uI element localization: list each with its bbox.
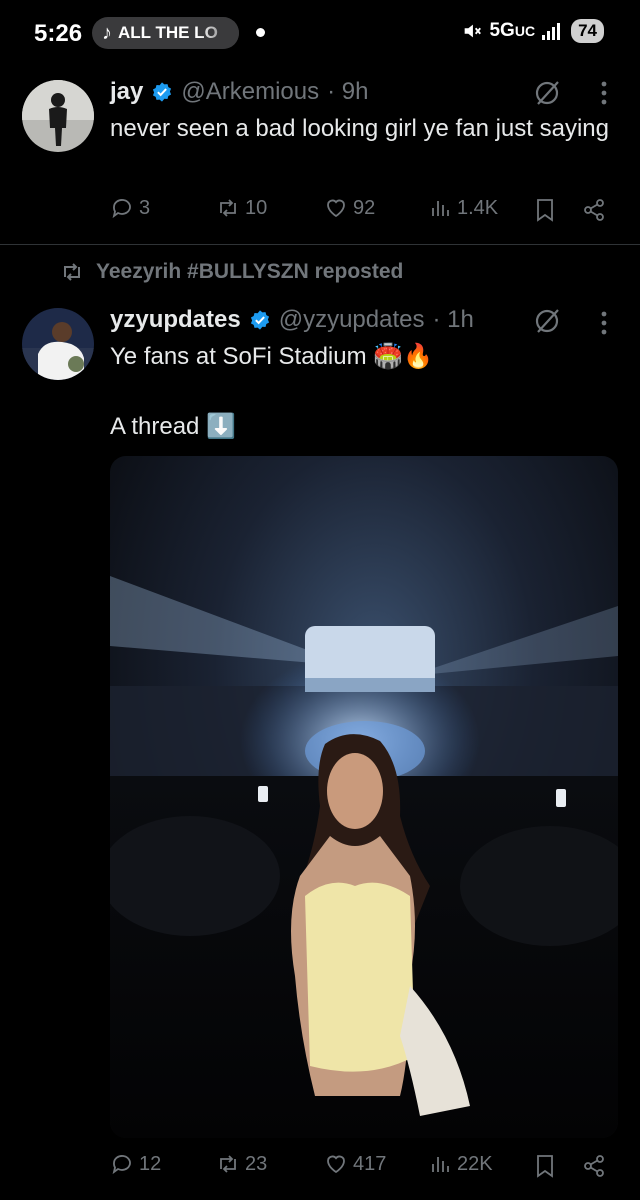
avatar-jay[interactable]: [22, 80, 94, 152]
avatar-image: [22, 80, 94, 152]
repost-button[interactable]: 23: [216, 1152, 267, 1176]
avatar-yzyupdates[interactable]: [22, 308, 94, 380]
tweet2-header: yzyupdates @yzyupdates · 1h: [110, 306, 474, 334]
author-name[interactable]: jay: [110, 78, 143, 106]
more-icon[interactable]: [600, 80, 608, 106]
share-icon[interactable]: [582, 198, 606, 222]
tweet1-actions: 3 10 92 1.4K: [110, 196, 610, 226]
tweet1-text: never seen a bad looking girl ye fan jus…: [110, 115, 609, 142]
post-time: · 1h: [432, 306, 474, 333]
tweet-divider: [0, 244, 640, 245]
like-count: 417: [353, 1152, 387, 1175]
notification-dot: [256, 28, 265, 37]
mute-icon: [465, 24, 482, 38]
post-time: · 9h: [327, 78, 369, 105]
repost-count: 23: [245, 1152, 268, 1175]
repost-button[interactable]: 10: [216, 196, 267, 220]
reply-icon: [112, 1155, 131, 1175]
tweet1-header: jay @Arkemious · 9h: [110, 78, 368, 106]
avatar-image: [22, 308, 94, 380]
repost-count: 10: [245, 196, 268, 219]
more-icon[interactable]: [600, 310, 608, 336]
like-button[interactable]: 417: [324, 1152, 386, 1176]
stadium-photo: [110, 456, 618, 1138]
network-suffix: UC: [514, 23, 536, 39]
tweet-media-photo[interactable]: [110, 456, 618, 1138]
signal-icon: [542, 23, 561, 40]
grok-icon[interactable]: [532, 306, 562, 336]
repost-icon: [220, 1155, 236, 1173]
bookmark-icon[interactable]: [534, 1154, 556, 1178]
author-handle[interactable]: @yzyupdates: [279, 306, 425, 334]
network-type: 5GUC: [489, 20, 535, 42]
grok-icon[interactable]: [532, 78, 562, 108]
reply-button[interactable]: 12: [110, 1152, 161, 1176]
author-name[interactable]: yzyupdates: [110, 306, 241, 334]
author-handle[interactable]: @Arkemious: [181, 78, 319, 106]
views-count: 1.4K: [457, 196, 499, 219]
status-bar: 5:26 ♪ ALL THE LO 5GUC 74: [0, 0, 640, 66]
like-icon: [327, 1155, 345, 1174]
verified-icon: [153, 82, 172, 102]
share-icon[interactable]: [582, 1154, 606, 1178]
media-label: ALL THE LO: [118, 23, 218, 42]
views-icon: [432, 201, 449, 216]
repost-icon: [64, 263, 80, 281]
tweet2-text-line1: Ye fans at SoFi Stadium 🏟️🔥: [110, 343, 434, 370]
repost-banner[interactable]: Yeezyrih #BULLYSZN reposted: [60, 260, 403, 284]
reply-count: 3: [139, 196, 151, 219]
like-button[interactable]: 92: [324, 196, 375, 220]
bookmark-icon[interactable]: [534, 198, 556, 222]
verified-icon: [250, 310, 269, 330]
views-button[interactable]: 22K: [428, 1152, 493, 1176]
views-icon: [432, 1157, 449, 1172]
status-time: 5:26: [34, 20, 83, 47]
views-button[interactable]: 1.4K: [428, 196, 498, 220]
battery-badge: 74: [571, 19, 604, 43]
media-playing-pill[interactable]: ♪ ALL THE LO: [92, 17, 239, 49]
repost-banner-text: Yeezyrih #BULLYSZN reposted: [96, 260, 404, 283]
like-icon: [327, 199, 345, 218]
like-count: 92: [353, 196, 376, 219]
tweet2-actions: 12 23 417 22K: [110, 1152, 610, 1182]
reply-count: 12: [139, 1152, 162, 1175]
network-label: 5G: [489, 20, 515, 41]
tweet2-text-line2: A thread ⬇️: [110, 413, 236, 440]
music-note-icon: ♪: [102, 21, 112, 44]
repost-icon: [220, 199, 236, 217]
views-count: 22K: [457, 1152, 493, 1175]
status-indicators: 5GUC 74: [461, 19, 604, 43]
reply-button[interactable]: 3: [110, 196, 150, 220]
reply-icon: [112, 199, 131, 219]
